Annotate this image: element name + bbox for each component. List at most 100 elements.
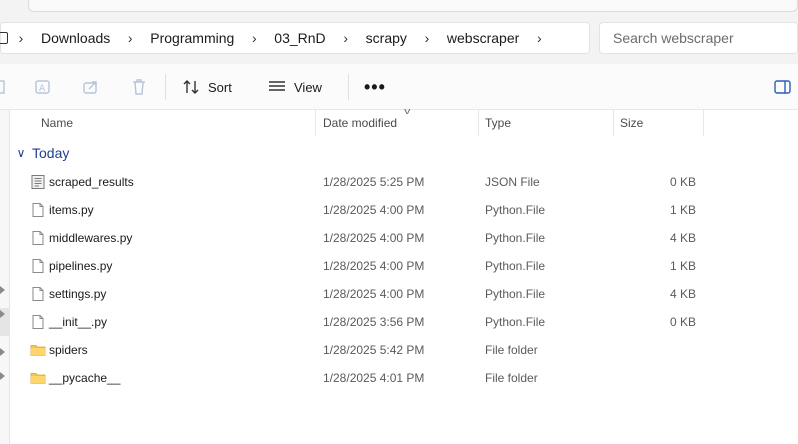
file-name[interactable]: settings.py — [49, 287, 106, 301]
expand-arrow-icon[interactable] — [0, 348, 5, 356]
toolbar-divider — [165, 74, 166, 100]
chevron-right-icon[interactable]: › — [414, 30, 440, 46]
file-size: 0 KB — [669, 175, 696, 189]
breadcrumb-label[interactable]: Downloads — [34, 30, 117, 46]
breadcrumb-label[interactable]: webscraper — [440, 30, 526, 46]
file-type: Python.File — [485, 203, 546, 217]
breadcrumb[interactable]: › Downloads › Programming › 03_RnD › scr… — [0, 22, 590, 54]
view-label: View — [294, 79, 322, 95]
breadcrumb-label[interactable]: Programming — [143, 30, 241, 46]
this-pc-icon[interactable] — [0, 32, 8, 44]
file-name[interactable]: __pycache__ — [49, 371, 120, 385]
file-date-modified: 1/28/2025 4:00 PM — [323, 203, 425, 217]
file-date-modified: 1/28/2025 5:42 PM — [323, 343, 425, 357]
toolbar-divider — [348, 74, 349, 100]
folder-icon — [30, 342, 46, 358]
chevron-down-icon[interactable]: ∨ — [10, 146, 32, 160]
file-row[interactable]: spiders 1/28/2025 5:42 PM File folder — [10, 336, 798, 364]
expand-arrow-icon[interactable] — [0, 286, 5, 294]
file-size: 4 KB — [669, 287, 696, 301]
file-date-modified: 1/28/2025 4:00 PM — [323, 231, 425, 245]
file-row[interactable]: items.py 1/28/2025 4:00 PM Python.File 1 KB — [10, 196, 798, 224]
python-file-icon — [30, 314, 46, 330]
view-icon — [269, 81, 285, 91]
breadcrumb-label[interactable]: 03_RnD — [267, 30, 332, 46]
navigation-pane — [0, 110, 10, 444]
chevron-right-icon[interactable]: › — [241, 30, 267, 46]
file-name[interactable]: spiders — [49, 343, 88, 357]
file-row[interactable]: __init__.py 1/28/2025 3:56 PM Python.File 0… — [10, 308, 798, 336]
file-type: Python.File — [485, 259, 546, 273]
tab-strip — [0, 0, 798, 14]
file-size: 1 KB — [669, 259, 696, 273]
breadcrumb-item-scrapy[interactable]: › scrapy — [333, 23, 414, 53]
share-icon[interactable] — [82, 78, 100, 96]
file-type: Python.File — [485, 287, 546, 301]
json-file-icon — [30, 174, 46, 190]
file-row[interactable]: pipelines.py 1/28/2025 4:00 PM Python.File… — [10, 252, 798, 280]
new-item-icon[interactable] — [0, 78, 8, 96]
file-row[interactable]: __pycache__ 1/28/2025 4:01 PM File folder — [10, 364, 798, 392]
breadcrumb-item-webscraper[interactable]: › webscraper — [414, 23, 526, 53]
file-name[interactable]: __init__.py — [49, 315, 107, 329]
file-date-modified: 1/28/2025 3:56 PM — [323, 315, 425, 329]
file-row[interactable]: scraped_results 1/28/2025 5:25 PM JSON Fil… — [10, 168, 798, 196]
python-file-icon — [30, 202, 46, 218]
expand-arrow-icon[interactable] — [0, 310, 5, 318]
active-tab[interactable] — [28, 0, 798, 12]
file-row[interactable]: middlewares.py 1/28/2025 4:00 PM Python.Fi… — [10, 224, 798, 252]
view-button[interactable]: View — [268, 72, 322, 102]
search-input[interactable]: Search webscraper — [599, 22, 798, 54]
file-type: File folder — [485, 371, 538, 385]
breadcrumb-label[interactable]: scrapy — [359, 30, 414, 46]
details-pane-icon[interactable] — [774, 78, 792, 96]
column-divider[interactable] — [315, 110, 316, 136]
column-divider[interactable] — [703, 110, 704, 136]
search-placeholder: Search webscraper — [613, 30, 734, 46]
breadcrumb-item-03-rnd[interactable]: › 03_RnD — [241, 23, 332, 53]
more-options-button[interactable]: ••• — [364, 77, 386, 98]
chevron-right-icon[interactable]: › — [333, 30, 359, 46]
breadcrumb-item-end[interactable]: › — [526, 23, 552, 53]
file-size: 1 KB — [669, 203, 696, 217]
file-name[interactable]: items.py — [49, 203, 94, 217]
group-label: Today — [32, 145, 70, 161]
column-header-type[interactable]: Type — [485, 116, 511, 130]
chevron-right-icon[interactable]: › — [117, 30, 143, 46]
python-file-icon — [30, 258, 46, 274]
file-date-modified: 1/28/2025 5:25 PM — [323, 175, 425, 189]
expand-arrow-icon[interactable] — [0, 372, 5, 380]
file-type: Python.File — [485, 315, 546, 329]
svg-text:A: A — [39, 84, 46, 94]
rename-icon[interactable]: A — [34, 78, 52, 96]
sort-button[interactable]: Sort — [182, 72, 232, 102]
sort-label: Sort — [208, 79, 232, 95]
file-name[interactable]: middlewares.py — [49, 231, 132, 245]
python-file-icon — [30, 230, 46, 246]
breadcrumb-item-programming[interactable]: › Programming — [117, 23, 241, 53]
column-divider[interactable] — [613, 110, 614, 136]
column-header-size[interactable]: Size — [620, 116, 643, 130]
column-header-date[interactable]: Date modified — [323, 116, 397, 130]
column-header-name[interactable]: Name — [41, 116, 73, 130]
file-size: 0 KB — [669, 315, 696, 329]
chevron-right-icon[interactable]: › — [526, 30, 552, 46]
file-date-modified: 1/28/2025 4:00 PM — [323, 287, 425, 301]
file-name[interactable]: pipelines.py — [49, 259, 112, 273]
file-row[interactable]: settings.py 1/28/2025 4:00 PM Python.File 4… — [10, 280, 798, 308]
breadcrumb-item-downloads[interactable]: › Downloads — [8, 23, 117, 53]
folder-icon — [30, 370, 46, 386]
sort-descending-icon: v — [404, 106, 411, 116]
file-date-modified: 1/28/2025 4:01 PM — [323, 371, 425, 385]
delete-icon[interactable] — [130, 78, 148, 96]
file-type: File folder — [485, 343, 538, 357]
chevron-right-icon[interactable]: › — [8, 30, 34, 46]
column-divider[interactable] — [478, 110, 479, 136]
group-header-today[interactable]: ∨ Today — [10, 140, 70, 166]
sort-icon — [183, 80, 199, 94]
file-name[interactable]: scraped_results — [49, 175, 134, 189]
command-bar: A Sort View ••• — [0, 64, 798, 110]
file-type: Python.File — [485, 231, 546, 245]
python-file-icon — [30, 286, 46, 302]
file-size: 4 KB — [669, 231, 696, 245]
